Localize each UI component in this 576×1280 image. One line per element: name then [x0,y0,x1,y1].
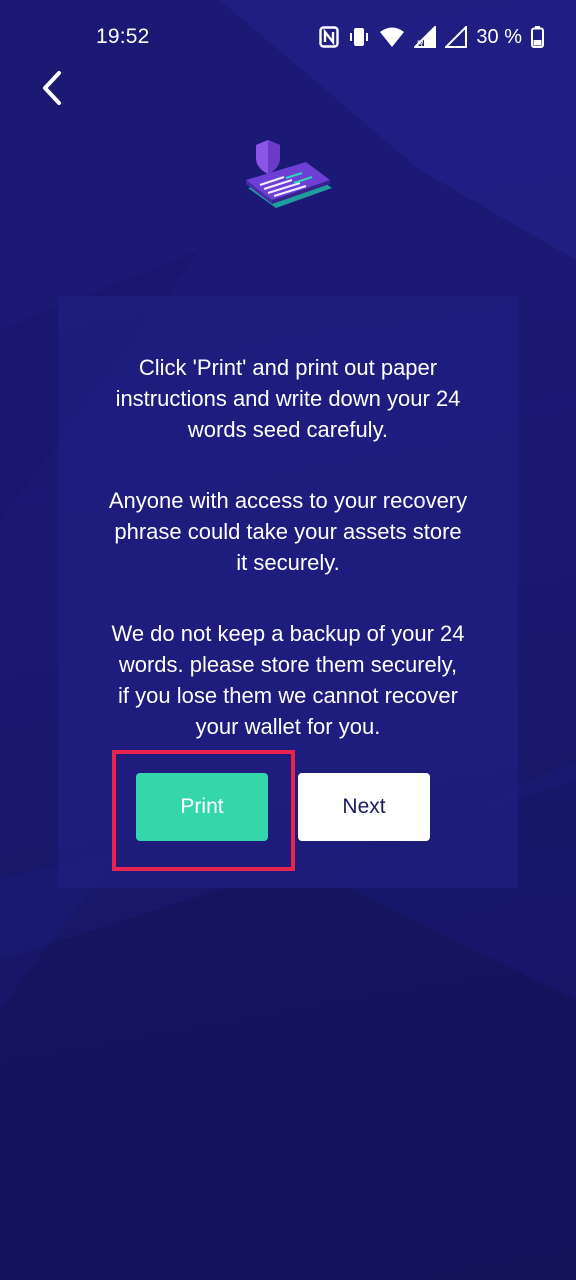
nfc-icon [319,26,340,48]
battery-icon [531,26,544,48]
battery-percentage: 30 % [476,25,522,48]
chevron-left-icon [43,71,61,105]
backup-notice-text: We do not keep a backup of your 24 words… [111,621,465,739]
next-button[interactable]: Next [298,773,430,841]
wifi-icon [380,27,405,47]
back-button[interactable] [30,66,74,110]
status-bar: 19:52 R 30 % [0,0,576,72]
warning-recovery-text: Anyone with access to your recovery phra… [108,488,468,575]
signal-icon [445,26,468,48]
svg-text:R: R [417,39,424,48]
status-icons: R 30 % [319,24,544,50]
print-button[interactable]: Print [136,773,268,841]
status-time: 19:52 [96,25,150,48]
vibrate-icon [350,28,369,46]
instruction-print-text: Click 'Print' and print out paper instru… [115,355,461,442]
signal-r-icon: R [414,26,437,48]
shield-seed-card-icon [246,140,332,208]
